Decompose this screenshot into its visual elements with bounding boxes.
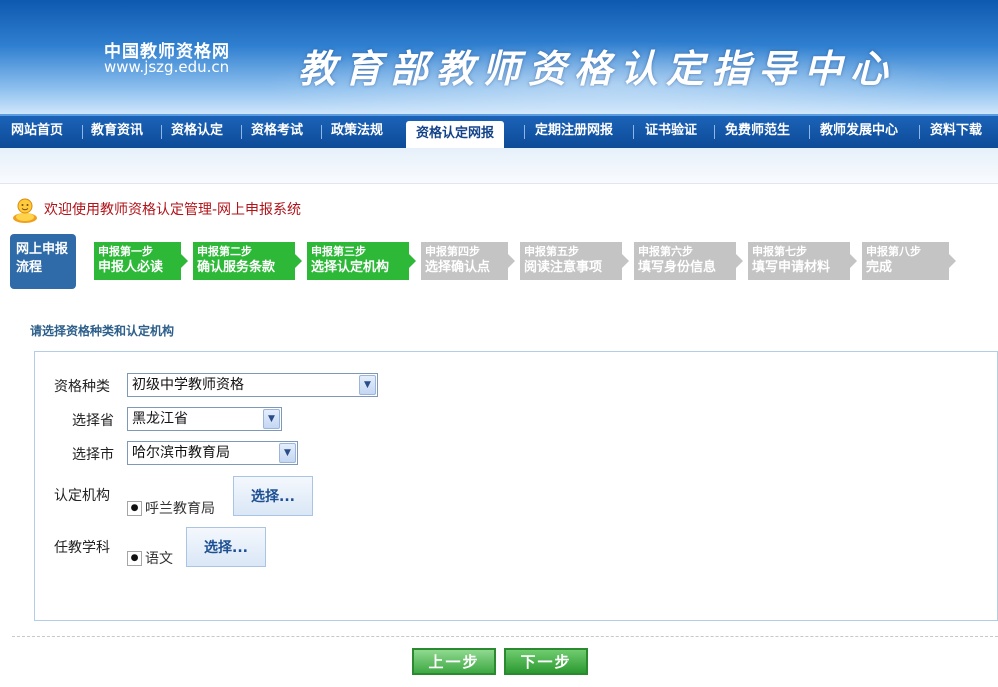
user-icon — [13, 198, 37, 223]
chevron-down-icon[interactable]: ▼ — [263, 409, 280, 429]
step-6: 申报第六步 填写身份信息 — [634, 242, 743, 280]
step-number: 申报第八步 — [866, 245, 921, 258]
header-banner: 中国教师资格网 www.jszg.edu.cn 教育部教师资格认定指导中心 — [0, 0, 998, 114]
section-title: 请选择资格种类和认定机构 — [30, 324, 175, 338]
subject-value: 语文 — [145, 551, 173, 567]
nav-item-home[interactable]: 网站首页 — [11, 116, 63, 148]
nav-separator — [633, 125, 634, 139]
nav-item-certification[interactable]: 资格认定 — [171, 116, 223, 148]
step-number: 申报第五步 — [524, 245, 579, 258]
province-label: 选择省 — [72, 413, 114, 429]
province-select[interactable]: 黑龙江省 ▼ — [127, 407, 282, 431]
nav-separator — [714, 125, 715, 139]
nav-item-verify[interactable]: 证书验证 — [645, 116, 697, 148]
previous-step-button[interactable]: 上一步 — [412, 648, 496, 675]
city-label: 选择市 — [72, 447, 114, 463]
step-number: 申报第二步 — [197, 245, 252, 258]
step-progress: 网上申报流程 申报第一步 申报人必读 申报第二步 确认服务条款 申报第三步 选择… — [10, 234, 970, 290]
step-8: 申报第八步 完成 — [862, 242, 956, 280]
step-number: 申报第四步 — [425, 245, 480, 258]
nav-item-registration[interactable]: 定期注册网报 — [535, 116, 613, 148]
main-nav: 网站首页 教育资讯 资格认定 资格考试 政策法规 资格认定网报 定期注册网报 证… — [0, 114, 998, 151]
step-number: 申报第三步 — [311, 245, 366, 258]
subject-option[interactable]: ● 语文 — [127, 548, 173, 568]
nav-item-cert-online[interactable]: 资格认定网报 — [406, 121, 505, 151]
nav-item-free-normal[interactable]: 免费师范生 — [725, 116, 790, 148]
radio-selected-icon[interactable]: ● — [127, 500, 142, 516]
next-step-button[interactable]: 下一步 — [504, 648, 588, 675]
choose-agency-button[interactable]: 选择... — [233, 476, 313, 516]
sub-bar — [0, 148, 998, 184]
agency-option[interactable]: ● 呼兰教育局 — [127, 498, 215, 518]
step-3: 申报第三步 选择认定机构 — [307, 242, 416, 280]
city-value: 哈尔滨市教育局 — [132, 445, 230, 461]
step-5: 申报第五步 阅读注意事项 — [520, 242, 629, 280]
province-value: 黑龙江省 — [132, 411, 188, 427]
step-4: 申报第四步 选择确认点 — [421, 242, 515, 280]
welcome-text: 欢迎使用教师资格认定管理-网上申报系统 — [44, 202, 302, 218]
nav-separator — [321, 125, 322, 139]
nav-separator — [919, 125, 920, 139]
choose-subject-button[interactable]: 选择... — [186, 527, 266, 567]
step-2: 申报第二步 确认服务条款 — [193, 242, 302, 280]
org-title: 教育部教师资格认定指导中心 — [298, 46, 897, 91]
step-number: 申报第一步 — [98, 245, 153, 258]
step-name: 完成 — [866, 260, 893, 275]
cert-type-value: 初级中学教师资格 — [132, 377, 244, 393]
step-name: 阅读注意事项 — [524, 260, 603, 275]
agency-value: 呼兰教育局 — [145, 501, 215, 517]
agency-label: 认定机构 — [54, 488, 110, 504]
site-url: www.jszg.edu.cn — [104, 58, 230, 76]
radio-selected-icon[interactable]: ● — [127, 550, 142, 566]
step-name: 申报人必读 — [98, 260, 164, 275]
welcome-banner: 欢迎使用教师资格认定管理-网上申报系统 — [10, 194, 301, 224]
cert-type-select[interactable]: 初级中学教师资格 ▼ — [127, 373, 378, 397]
nav-item-policy[interactable]: 政策法规 — [331, 116, 383, 148]
step-number: 申报第六步 — [638, 245, 693, 258]
step-name: 填写身份信息 — [638, 260, 717, 275]
nav-item-development[interactable]: 教师发展中心 — [820, 116, 898, 148]
nav-separator — [809, 125, 810, 139]
nav-separator — [82, 125, 83, 139]
subject-label: 任教学科 — [54, 540, 110, 556]
nav-separator — [161, 125, 162, 139]
city-select[interactable]: 哈尔滨市教育局 ▼ — [127, 441, 298, 465]
step-name: 选择确认点 — [425, 260, 491, 275]
selection-form: 资格种类 初级中学教师资格 ▼ 选择省 黑龙江省 ▼ 选择市 哈尔滨市教育局 ▼… — [34, 351, 998, 621]
nav-item-downloads[interactable]: 资料下载 — [930, 116, 982, 148]
step-name: 填写申请材料 — [752, 260, 831, 275]
step-number: 申报第七步 — [752, 245, 807, 258]
steps-label: 网上申报流程 — [10, 234, 76, 289]
step-7: 申报第七步 填写申请材料 — [748, 242, 857, 280]
nav-separator — [524, 125, 525, 139]
nav-separator — [241, 125, 242, 139]
step-1: 申报第一步 申报人必读 — [94, 242, 188, 280]
divider — [12, 636, 998, 637]
chevron-down-icon[interactable]: ▼ — [359, 375, 376, 395]
nav-item-exam[interactable]: 资格考试 — [251, 116, 303, 148]
nav-item-news[interactable]: 教育资讯 — [91, 116, 143, 148]
step-name: 确认服务条款 — [197, 260, 276, 275]
step-name: 选择认定机构 — [311, 260, 390, 275]
cert-type-label: 资格种类 — [54, 379, 110, 395]
chevron-down-icon[interactable]: ▼ — [279, 443, 296, 463]
